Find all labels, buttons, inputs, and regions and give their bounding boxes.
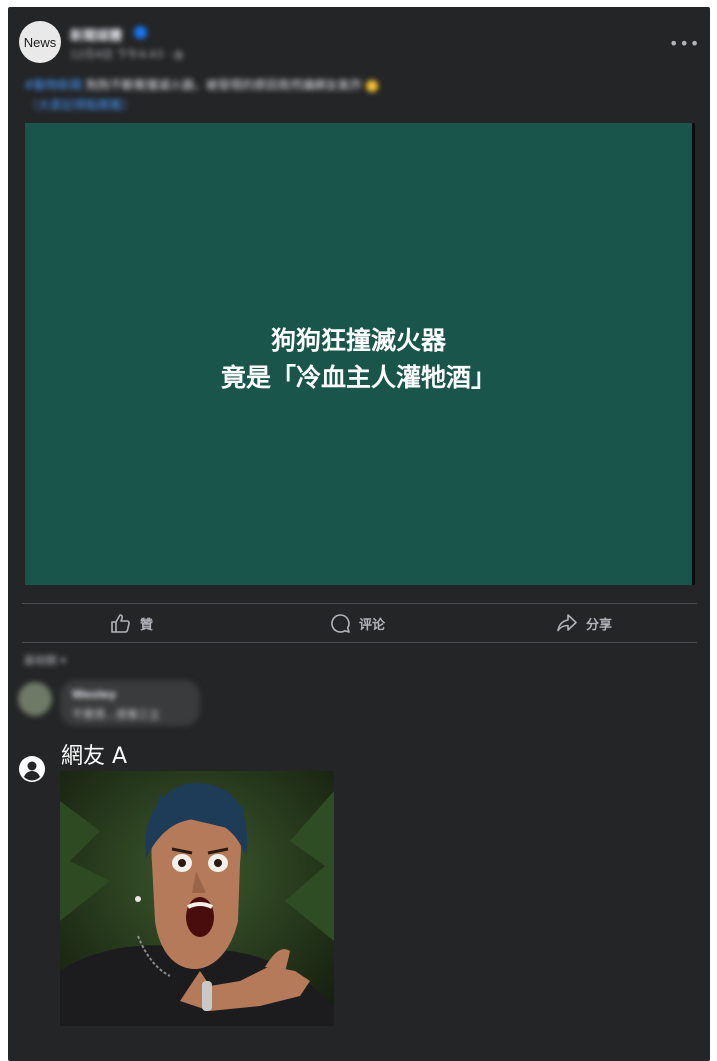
- actions-divider-top: [22, 603, 697, 604]
- media-edge: [692, 123, 695, 585]
- post-hashtag[interactable]: #動物新聞: [24, 78, 82, 92]
- post-link[interactable]: （大家記得點開看）: [26, 96, 134, 113]
- thumbs-up-icon: [111, 614, 130, 633]
- emoji-icon: [365, 79, 378, 92]
- reply-author-name[interactable]: 網友 A: [61, 738, 127, 770]
- comment-label: 评论: [359, 617, 386, 633]
- commenter-name[interactable]: Wesley: [72, 688, 116, 701]
- actions-divider-bottom: [22, 642, 697, 643]
- media-caption-line1: 狗狗狂撞滅火器: [270, 326, 446, 355]
- comment-item: Wesley 不覺得…很像三立: [18, 680, 208, 730]
- reply-image[interactable]: [60, 771, 334, 1026]
- reaction-meme-image: [60, 771, 334, 1026]
- share-button[interactable]: 分享: [556, 613, 612, 633]
- comment-text: 不覺得…很像三立: [72, 708, 160, 721]
- page-avatar[interactable]: News: [19, 21, 61, 63]
- like-label: 贊: [140, 617, 154, 633]
- user-avatar-icon: [19, 756, 45, 782]
- comment-bubble-icon: [331, 613, 350, 633]
- share-label: 分享: [586, 617, 613, 633]
- post-text: #動物新聞 狗狗不斷衝撞滅火器，被發現的原因竟然讓網友氣炸: [24, 76, 378, 93]
- comment-sort-dropdown[interactable]: 最相關 ▾: [24, 652, 66, 668]
- more-options-icon[interactable]: •••: [669, 34, 700, 53]
- media-caption: 狗狗狂撞滅火器 竟是「冷血主人灌牠酒」: [25, 322, 692, 396]
- post-media[interactable]: 狗狗狂撞滅火器 竟是「冷血主人灌牠酒」: [25, 123, 692, 585]
- post-text-body: 狗狗不斷衝撞滅火器，被發現的原因竟然讓網友氣炸: [82, 78, 362, 92]
- comment-button[interactable]: 评论: [330, 613, 385, 633]
- post-timestamp[interactable]: 12月4日 下午4:43 · ◍: [70, 46, 183, 62]
- media-caption-line2: 竟是「冷血主人灌牠酒」: [220, 363, 496, 392]
- page-avatar-label: News: [23, 34, 57, 50]
- globe-icon: ◍: [173, 48, 184, 61]
- commenter-avatar[interactable]: [18, 682, 52, 716]
- page-name[interactable]: 新聞媒體: [70, 25, 122, 44]
- verified-badge-icon: [134, 26, 147, 39]
- share-arrow-icon: [557, 614, 577, 632]
- like-button[interactable]: 贊: [110, 613, 153, 633]
